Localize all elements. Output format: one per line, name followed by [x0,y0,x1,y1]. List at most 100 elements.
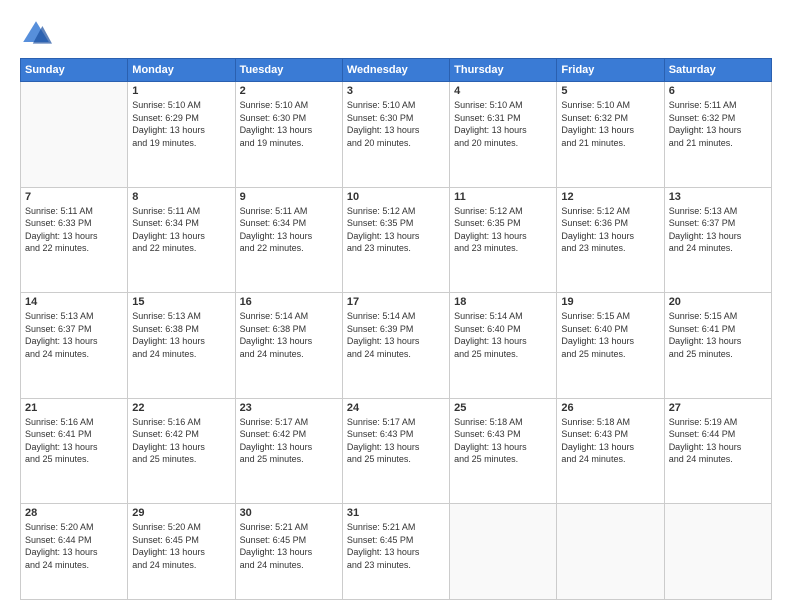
day-number: 21 [25,402,123,414]
week-row-1: 7 Sunrise: 5:11 AM Sunset: 6:33 PM Daylig… [21,187,772,293]
day-number: 27 [669,402,767,414]
week-row-4: 28 Sunrise: 5:20 AM Sunset: 6:44 PM Dayli… [21,504,772,600]
day-info: Sunrise: 5:20 AM Sunset: 6:45 PM Dayligh… [132,521,230,571]
day-cell: 27 Sunrise: 5:19 AM Sunset: 6:44 PM Dayli… [664,398,771,504]
day-info: Sunrise: 5:12 AM Sunset: 6:35 PM Dayligh… [454,205,552,255]
day-number: 3 [347,85,445,97]
day-cell [664,504,771,600]
day-info: Sunrise: 5:19 AM Sunset: 6:44 PM Dayligh… [669,416,767,466]
day-number: 18 [454,296,552,308]
day-cell: 29 Sunrise: 5:20 AM Sunset: 6:45 PM Dayli… [128,504,235,600]
day-number: 5 [561,85,659,97]
day-info: Sunrise: 5:11 AM Sunset: 6:32 PM Dayligh… [669,99,767,149]
day-info: Sunrise: 5:10 AM Sunset: 6:32 PM Dayligh… [561,99,659,149]
day-cell: 8 Sunrise: 5:11 AM Sunset: 6:34 PM Daylig… [128,187,235,293]
day-cell: 23 Sunrise: 5:17 AM Sunset: 6:42 PM Dayli… [235,398,342,504]
day-info: Sunrise: 5:21 AM Sunset: 6:45 PM Dayligh… [347,521,445,571]
day-cell: 31 Sunrise: 5:21 AM Sunset: 6:45 PM Dayli… [342,504,449,600]
header-thursday: Thursday [450,59,557,82]
day-number: 4 [454,85,552,97]
day-number: 30 [240,507,338,519]
day-number: 13 [669,191,767,203]
day-number: 19 [561,296,659,308]
day-cell: 2Sunrise: 5:10 AM Sunset: 6:30 PM Daylig… [235,82,342,188]
day-info: Sunrise: 5:13 AM Sunset: 6:37 PM Dayligh… [25,310,123,360]
day-info: Sunrise: 5:12 AM Sunset: 6:35 PM Dayligh… [347,205,445,255]
day-cell: 5 Sunrise: 5:10 AM Sunset: 6:32 PM Daylig… [557,82,664,188]
day-cell: 30 Sunrise: 5:21 AM Sunset: 6:45 PM Dayli… [235,504,342,600]
day-cell: 7 Sunrise: 5:11 AM Sunset: 6:33 PM Daylig… [21,187,128,293]
day-cell: 1Sunrise: 5:10 AM Sunset: 6:29 PM Daylig… [128,82,235,188]
day-info: Sunrise: 5:14 AM Sunset: 6:38 PM Dayligh… [240,310,338,360]
day-cell [450,504,557,600]
day-cell: 11Sunrise: 5:12 AM Sunset: 6:35 PM Dayli… [450,187,557,293]
header-friday: Friday [557,59,664,82]
header-monday: Monday [128,59,235,82]
day-number: 14 [25,296,123,308]
day-cell [557,504,664,600]
week-row-3: 21Sunrise: 5:16 AM Sunset: 6:41 PM Dayli… [21,398,772,504]
day-cell: 15 Sunrise: 5:13 AM Sunset: 6:38 PM Dayli… [128,293,235,399]
day-info: Sunrise: 5:11 AM Sunset: 6:33 PM Dayligh… [25,205,123,255]
day-info: Sunrise: 5:18 AM Sunset: 6:43 PM Dayligh… [454,416,552,466]
logo-icon [20,18,52,50]
header-sunday: Sunday [21,59,128,82]
day-number: 8 [132,191,230,203]
day-cell: 13 Sunrise: 5:13 AM Sunset: 6:37 PM Dayli… [664,187,771,293]
day-cell: 17Sunrise: 5:14 AM Sunset: 6:39 PM Dayli… [342,293,449,399]
day-number: 23 [240,402,338,414]
day-cell [21,82,128,188]
day-info: Sunrise: 5:15 AM Sunset: 6:40 PM Dayligh… [561,310,659,360]
week-row-0: 1Sunrise: 5:10 AM Sunset: 6:29 PM Daylig… [21,82,772,188]
calendar-header: SundayMondayTuesdayWednesdayThursdayFrid… [21,59,772,82]
day-info: Sunrise: 5:13 AM Sunset: 6:37 PM Dayligh… [669,205,767,255]
day-cell: 25 Sunrise: 5:18 AM Sunset: 6:43 PM Dayli… [450,398,557,504]
day-cell: 20 Sunrise: 5:15 AM Sunset: 6:41 PM Dayli… [664,293,771,399]
day-number: 26 [561,402,659,414]
day-info: Sunrise: 5:18 AM Sunset: 6:43 PM Dayligh… [561,416,659,466]
day-info: Sunrise: 5:12 AM Sunset: 6:36 PM Dayligh… [561,205,659,255]
logo [20,18,54,50]
week-row-2: 14 Sunrise: 5:13 AM Sunset: 6:37 PM Dayli… [21,293,772,399]
calendar-body: 1Sunrise: 5:10 AM Sunset: 6:29 PM Daylig… [21,82,772,600]
header-wednesday: Wednesday [342,59,449,82]
day-info: Sunrise: 5:17 AM Sunset: 6:42 PM Dayligh… [240,416,338,466]
day-info: Sunrise: 5:10 AM Sunset: 6:31 PM Dayligh… [454,99,552,149]
day-info: Sunrise: 5:16 AM Sunset: 6:42 PM Dayligh… [132,416,230,466]
day-info: Sunrise: 5:10 AM Sunset: 6:30 PM Dayligh… [347,99,445,149]
day-number: 20 [669,296,767,308]
day-number: 15 [132,296,230,308]
day-cell: 24Sunrise: 5:17 AM Sunset: 6:43 PM Dayli… [342,398,449,504]
day-cell: 10 Sunrise: 5:12 AM Sunset: 6:35 PM Dayli… [342,187,449,293]
day-number: 22 [132,402,230,414]
day-number: 10 [347,191,445,203]
day-cell: 9 Sunrise: 5:11 AM Sunset: 6:34 PM Daylig… [235,187,342,293]
day-cell: 14 Sunrise: 5:13 AM Sunset: 6:37 PM Dayli… [21,293,128,399]
day-number: 7 [25,191,123,203]
day-number: 9 [240,191,338,203]
day-info: Sunrise: 5:15 AM Sunset: 6:41 PM Dayligh… [669,310,767,360]
day-number: 29 [132,507,230,519]
header-row: SundayMondayTuesdayWednesdayThursdayFrid… [21,59,772,82]
day-cell: 18Sunrise: 5:14 AM Sunset: 6:40 PM Dayli… [450,293,557,399]
day-info: Sunrise: 5:11 AM Sunset: 6:34 PM Dayligh… [240,205,338,255]
day-info: Sunrise: 5:21 AM Sunset: 6:45 PM Dayligh… [240,521,338,571]
day-number: 16 [240,296,338,308]
day-cell: 22 Sunrise: 5:16 AM Sunset: 6:42 PM Dayli… [128,398,235,504]
day-info: Sunrise: 5:14 AM Sunset: 6:39 PM Dayligh… [347,310,445,360]
day-number: 31 [347,507,445,519]
day-cell: 19 Sunrise: 5:15 AM Sunset: 6:40 PM Dayli… [557,293,664,399]
day-info: Sunrise: 5:20 AM Sunset: 6:44 PM Dayligh… [25,521,123,571]
day-cell: 16 Sunrise: 5:14 AM Sunset: 6:38 PM Dayli… [235,293,342,399]
day-number: 1 [132,85,230,97]
day-info: Sunrise: 5:13 AM Sunset: 6:38 PM Dayligh… [132,310,230,360]
calendar-table: SundayMondayTuesdayWednesdayThursdayFrid… [20,58,772,600]
day-cell: 3 Sunrise: 5:10 AM Sunset: 6:30 PM Daylig… [342,82,449,188]
day-cell: 21Sunrise: 5:16 AM Sunset: 6:41 PM Dayli… [21,398,128,504]
day-number: 25 [454,402,552,414]
day-cell: 4 Sunrise: 5:10 AM Sunset: 6:31 PM Daylig… [450,82,557,188]
day-info: Sunrise: 5:11 AM Sunset: 6:34 PM Dayligh… [132,205,230,255]
day-number: 12 [561,191,659,203]
header-tuesday: Tuesday [235,59,342,82]
day-number: 28 [25,507,123,519]
